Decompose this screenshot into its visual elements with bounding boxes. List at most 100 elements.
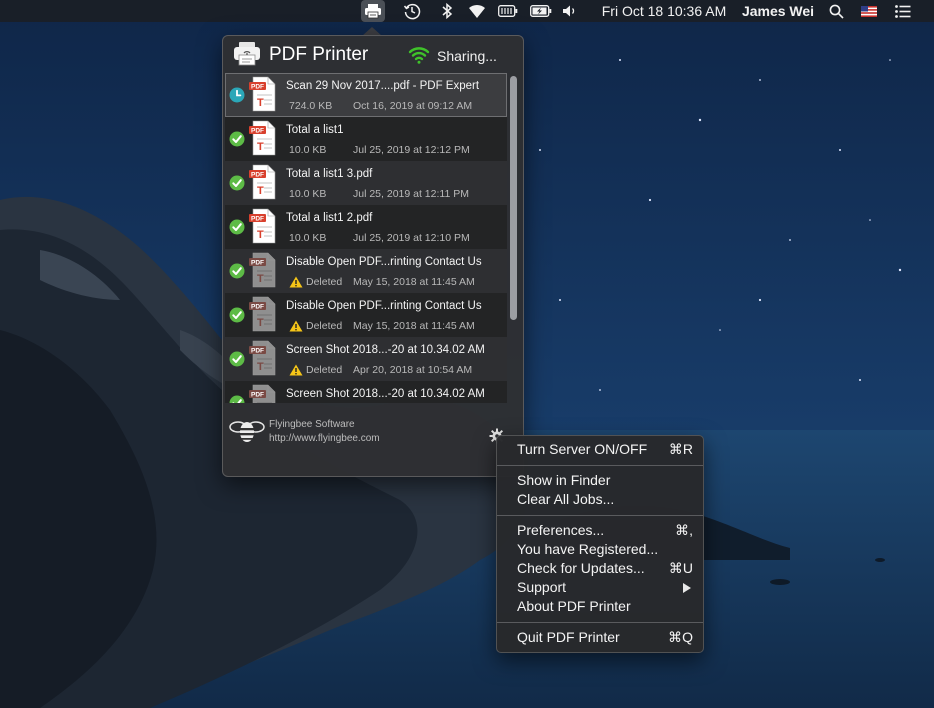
menu-item-label: Support: [517, 579, 567, 595]
company-url[interactable]: http://www.flyingbee.com: [269, 433, 380, 444]
menu-item-label: Check for Updates...: [517, 560, 645, 576]
completed-check-icon: [229, 351, 245, 372]
battery-charging-icon[interactable]: [529, 0, 553, 22]
menu-item-label: Preferences...: [517, 522, 605, 538]
svg-text:PDF: PDF: [251, 304, 264, 311]
menu-item-preferences[interactable]: Preferences... ⌘,: [497, 521, 703, 540]
job-size: 10.0 KB: [289, 144, 327, 156]
job-name: Screen Shot 2018...-20 at 10.34.02 AM: [286, 388, 485, 400]
menu-bar: Fri Oct 18 10:36 AM James Wei: [0, 0, 934, 22]
job-deleted-label: Deleted: [306, 320, 343, 332]
job-list-scrollbar[interactable]: [510, 76, 517, 401]
job-date: Apr 20, 2018 at 10:54 AM: [353, 364, 473, 376]
menu-item-turn-server[interactable]: Turn Server ON/OFF ⌘R: [497, 440, 703, 459]
menu-item-shortcut: ⌘,: [675, 522, 693, 538]
menu-separator: [497, 515, 703, 516]
svg-text:PDF: PDF: [251, 84, 264, 91]
menu-item-shortcut: ⌘U: [668, 560, 693, 576]
pdf-printer-menu-icon[interactable]: [361, 0, 385, 22]
menubar-clock[interactable]: Fri Oct 18 10:36 AM: [594, 0, 734, 22]
job-row[interactable]: PDF T Screen Shot 2018...-20 at 10.34.02 A…: [225, 337, 507, 381]
job-name: Total a list1 2.pdf: [286, 212, 373, 224]
menubar-user[interactable]: James Wei: [740, 0, 816, 22]
job-name: Total a list1 3.pdf: [286, 168, 373, 180]
battery-icon[interactable]: [497, 0, 519, 22]
job-date: Oct 16, 2019 at 09:12 AM: [353, 100, 473, 112]
pdf-document-icon: PDF T: [248, 296, 278, 337]
menu-item-about[interactable]: About PDF Printer: [497, 597, 703, 616]
job-name: Screen Shot 2018...-20 at 10.34.02 AM: [286, 344, 485, 356]
menu-item-label: Show in Finder: [517, 472, 611, 488]
svg-text:PDF: PDF: [251, 392, 264, 399]
menu-item-label: Quit PDF Printer: [517, 629, 620, 645]
job-row[interactable]: PDFT Screen Shot 2018...-20 at 10.34.02 A…: [225, 381, 507, 403]
pdf-document-icon: PDFT: [248, 384, 278, 403]
svg-text:PDF: PDF: [251, 172, 264, 179]
popover-footer: Flyingbee Software http://www.flyingbee.…: [223, 406, 523, 476]
menu-item-check-updates[interactable]: Check for Updates... ⌘U: [497, 559, 703, 578]
time-machine-icon[interactable]: [401, 0, 423, 22]
job-deleted-label: Deleted: [306, 276, 343, 288]
scrollbar-thumb[interactable]: [510, 76, 517, 320]
warning-icon: [289, 275, 303, 293]
menu-item-label: You have Registered...: [517, 541, 659, 557]
svg-text:PDF: PDF: [251, 348, 264, 355]
menu-item-support[interactable]: Support: [497, 578, 703, 597]
menu-item-quit[interactable]: Quit PDF Printer ⌘Q: [497, 628, 703, 647]
svg-text:T: T: [257, 273, 264, 285]
gear-context-menu: Turn Server ON/OFF ⌘R Show in Finder Cle…: [496, 435, 704, 653]
menu-item-shortcut: ⌘R: [668, 441, 693, 457]
job-row[interactable]: PDF T Disable Open PDF...rinting Contact U…: [225, 249, 507, 293]
pdf-document-icon: PDFT: [248, 208, 278, 249]
job-row[interactable]: PDF T Total a list1 3.pdf 10.0 KB Jul 25, 20…: [225, 161, 507, 205]
us-flag-icon[interactable]: [858, 0, 880, 22]
job-name: Total a list1: [286, 124, 344, 136]
completed-check-icon: [229, 219, 245, 240]
menu-separator: [497, 465, 703, 466]
svg-text:T: T: [257, 185, 264, 197]
completed-check-icon: [229, 175, 245, 196]
completed-check-icon: [229, 395, 245, 403]
menu-item-show-in-finder[interactable]: Show in Finder: [497, 471, 703, 490]
job-row[interactable]: PDF T Total a list1 10.0 KB Jul 25, 2019 at …: [225, 117, 507, 161]
job-date: Jul 25, 2019 at 12:11 PM: [353, 188, 469, 200]
warning-icon: [289, 363, 303, 381]
job-name: Disable Open PDF...rinting Contact Us: [286, 300, 482, 312]
svg-text:PDF: PDF: [251, 128, 264, 135]
submenu-arrow-icon: [683, 583, 691, 593]
popover-header: PDF Printer Sharing...: [223, 36, 523, 72]
menu-item-label: About PDF Printer: [517, 598, 631, 614]
job-row[interactable]: PDF T Scan 29 Nov 2017....pdf - PDF Expert…: [225, 73, 507, 117]
svg-text:T: T: [257, 361, 264, 373]
job-name: Scan 29 Nov 2017....pdf - PDF Expert: [286, 80, 480, 92]
menu-item-registered[interactable]: You have Registered...: [497, 540, 703, 559]
svg-text:T: T: [257, 97, 264, 109]
job-date: May 15, 2018 at 11:45 AM: [353, 320, 475, 332]
job-row[interactable]: PDF T Disable Open PDF...rinting Contact U…: [225, 293, 507, 337]
job-date: Jul 25, 2019 at 12:12 PM: [353, 144, 470, 156]
svg-text:T: T: [257, 317, 264, 329]
sharing-wifi-icon: [408, 47, 430, 64]
company-name: Flyingbee Software: [269, 419, 355, 430]
bluetooth-icon[interactable]: [438, 0, 456, 22]
wifi-icon[interactable]: [465, 0, 489, 22]
menu-item-label: Turn Server ON/OFF: [517, 441, 648, 457]
pdf-document-icon: PDF T: [248, 76, 278, 117]
completed-check-icon: [229, 307, 245, 328]
notification-center-icon[interactable]: [892, 0, 914, 22]
job-row[interactable]: PDF T Total a list1 2.pdf 10.0 KB Jul 25, 20…: [225, 205, 507, 249]
warning-icon: [289, 319, 303, 337]
job-size: 10.0 KB: [289, 188, 327, 200]
completed-check-icon: [229, 131, 245, 152]
job-date: May 15, 2018 at 11:45 AM: [353, 276, 475, 288]
volume-icon[interactable]: [560, 0, 580, 22]
job-deleted-label: Deleted: [306, 364, 343, 376]
menu-item-clear-all-jobs[interactable]: Clear All Jobs...: [497, 490, 703, 509]
job-size: 724.0 KB: [289, 100, 333, 112]
app-title: PDF Printer: [269, 44, 369, 65]
print-job-list[interactable]: PDF T Scan 29 Nov 2017....pdf - PDF Expert…: [225, 73, 507, 403]
svg-text:PDF: PDF: [251, 260, 264, 267]
job-size: 10.0 KB: [289, 232, 327, 244]
pdf-document-icon: PDF T: [248, 164, 278, 205]
spotlight-search-icon[interactable]: [827, 0, 845, 22]
